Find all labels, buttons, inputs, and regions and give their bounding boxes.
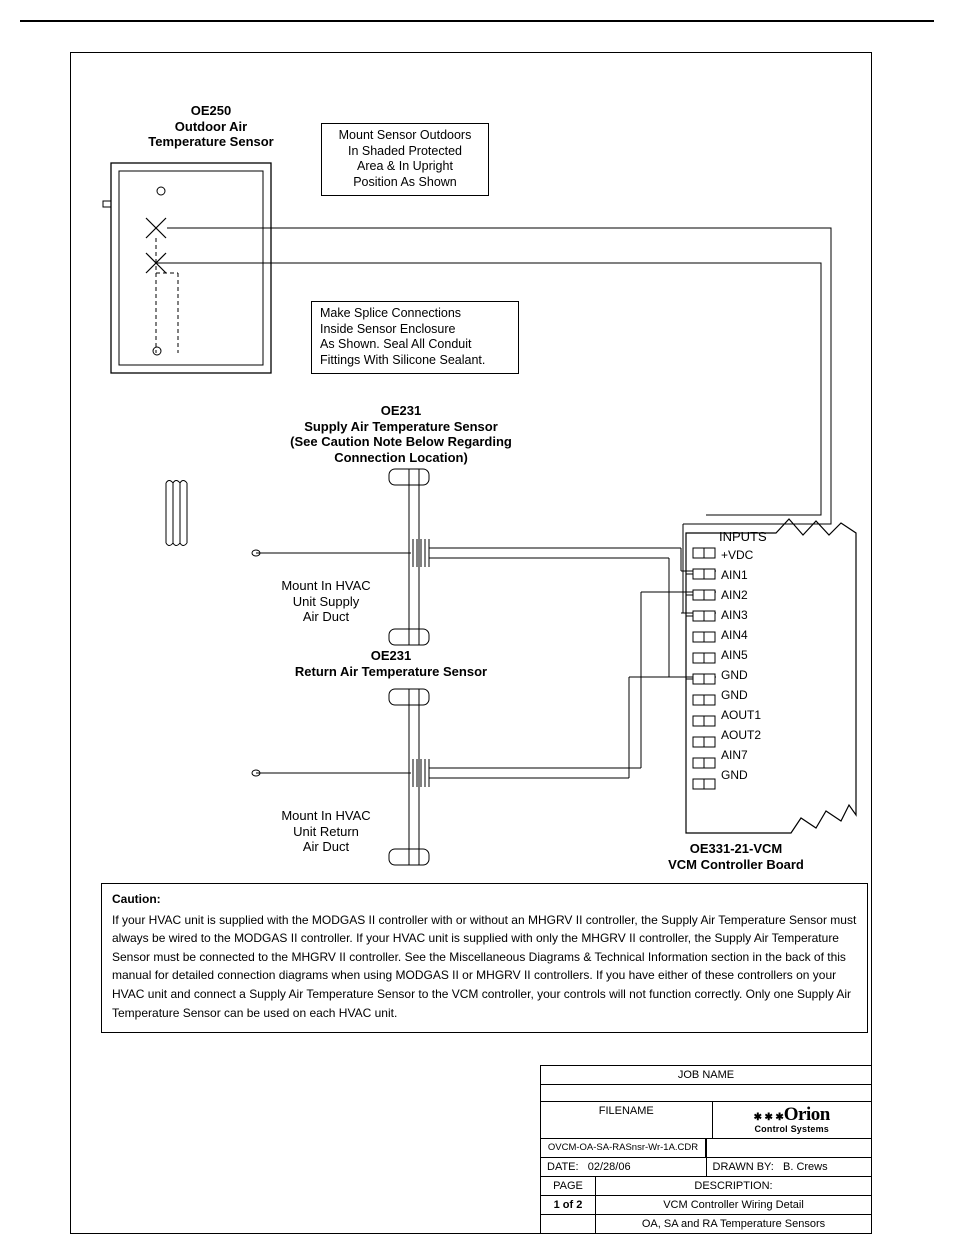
desc-line2: OA, SA and RA Temperature Sensors: [596, 1215, 871, 1233]
description-label: DESCRIPTION:: [596, 1177, 871, 1195]
filename-value: OVCM-OA-SA-RASnsr-Wr-1A.CDR: [541, 1139, 706, 1157]
drawnby-label: DRAWN BY:: [713, 1161, 774, 1173]
terminal-icons: [693, 548, 715, 789]
date-value: 02/28/06: [588, 1161, 631, 1173]
schematic-svg: [71, 53, 871, 873]
drawnby-value: B. Crews: [783, 1161, 828, 1173]
caution-body: If your HVAC unit is supplied with the M…: [112, 911, 857, 1023]
page-label: PAGE: [541, 1177, 596, 1195]
orion-logo: ✱ ✱ ✱Orion Control Systems: [713, 1102, 872, 1138]
jobname-value: [541, 1085, 871, 1101]
diagram-frame: OE250 Outdoor Air Temperature Sensor Mou…: [70, 52, 872, 1234]
page-value: 1 of 2: [541, 1196, 596, 1214]
logo-main-text: Orion: [784, 1104, 830, 1125]
desc-line1: VCM Controller Wiring Detail: [596, 1196, 871, 1214]
oe250-enclosure-icon: [103, 163, 271, 546]
caution-heading: Caution:: [112, 890, 857, 909]
wiring-diagram: OE250 Outdoor Air Temperature Sensor Mou…: [71, 53, 871, 873]
return-sensor-icon: [252, 592, 716, 865]
jobname-label: JOB NAME: [541, 1066, 871, 1084]
titleblock: JOB NAME FILENAME ✱ ✱ ✱Orion Control Sys…: [540, 1065, 871, 1233]
oe250-wires: [157, 228, 831, 677]
date-label: DATE:: [547, 1161, 579, 1173]
logo-sub-text: Control Systems: [713, 1124, 872, 1134]
supply-sensor-icon: [252, 469, 716, 677]
caution-box: Caution: If your HVAC unit is supplied w…: [101, 883, 868, 1033]
filename-label: FILENAME: [547, 1105, 706, 1117]
